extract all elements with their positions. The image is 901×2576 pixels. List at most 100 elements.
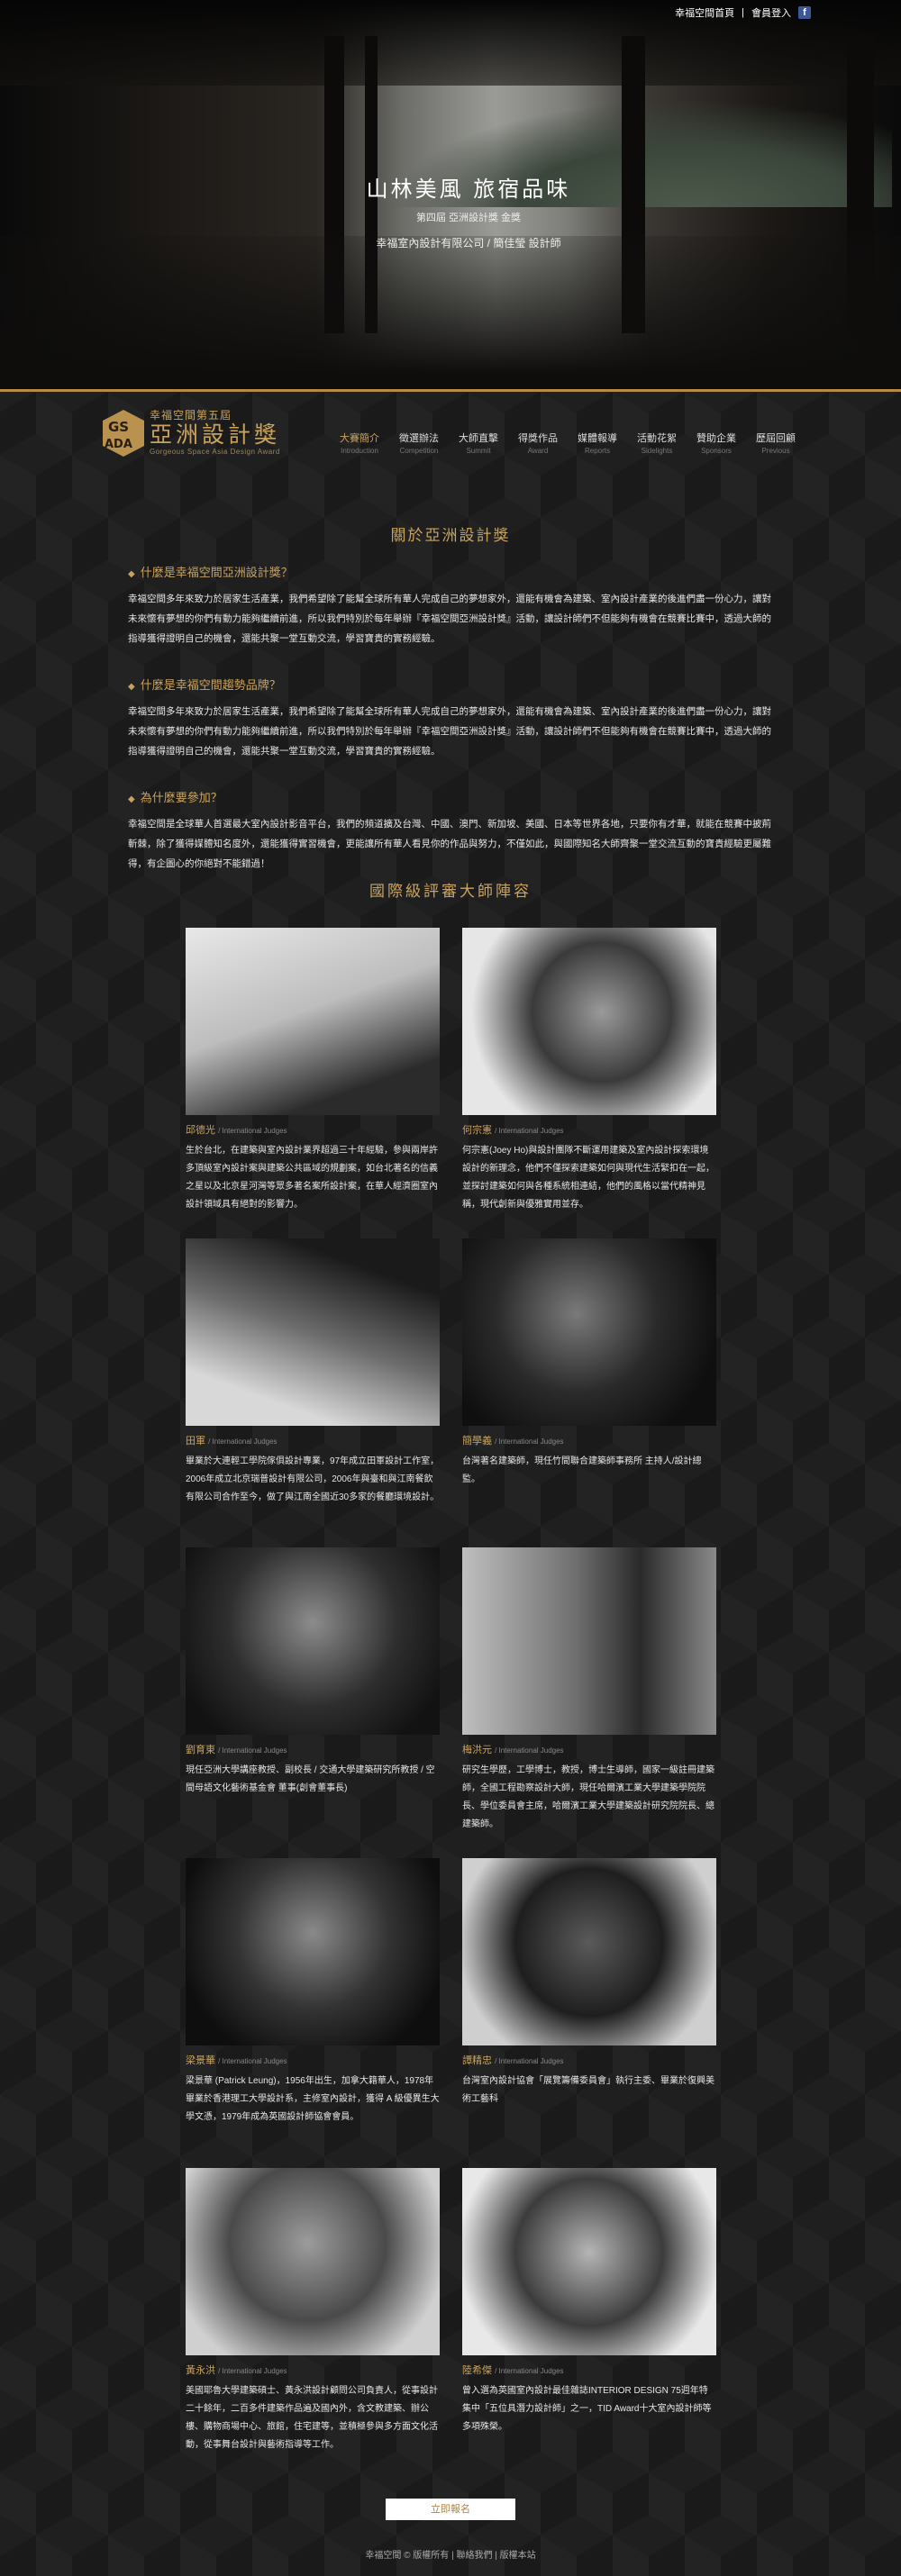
judge-photo[interactable]	[186, 1858, 440, 2045]
contact-link[interactable]: 聯絡我們	[456, 2551, 492, 2561]
judge-description: 梁景華 (Patrick Leung)，1956年出生，加拿大籍華人，1978年…	[186, 2076, 440, 2122]
judge-caption: 邱德光 / International Judges	[186, 1122, 440, 1137]
nav-item-reports[interactable]: 媒體報導 Reports	[568, 431, 627, 455]
question-text: 什麼是幸福空間亞洲設計獎？	[140, 566, 293, 579]
nav-sublabel: Introduction	[341, 447, 378, 455]
diamond-icon: ◆	[128, 569, 135, 579]
facebook-icon[interactable]: f	[798, 6, 811, 19]
nav-item-summit[interactable]: 大師直擊 Summit	[449, 431, 508, 455]
judge-name: 梅洪元	[462, 1745, 492, 1755]
judge-role: / International Judges	[495, 2057, 564, 2065]
judge-name: 簡學義	[462, 1436, 492, 1447]
gsada-logo-mark-icon: GS ADA	[101, 408, 144, 457]
nav-sublabel: Sponsors	[701, 447, 732, 455]
judge-description: 台灣著名建築師，現任竹間聯合建築師事務所 主持人/設計總監。	[462, 1456, 702, 1484]
judge-role: / International Judges	[218, 1127, 287, 1135]
judge-photo[interactable]	[186, 1238, 440, 1426]
judge-card: 簡學義 / International Judges 台灣著名建築師，現任竹間聯…	[462, 1238, 716, 1489]
question-heading: ◆ 什麼是幸福空間亞洲設計獎？	[128, 563, 773, 580]
judge-description: 美國耶魯大學建築碩士、黃永洪設計顧問公司負責人，從事設計二十餘年，二百多件建築作…	[186, 2386, 438, 2450]
nav-item-award[interactable]: 得獎作品 Award	[508, 431, 568, 455]
nav-label: 活動花絮	[637, 433, 677, 444]
footer-copyright: 幸福空間 © 版權所有	[365, 2551, 450, 2561]
nav-label: 徵選辦法	[399, 433, 439, 444]
judge-caption: 黃永洪 / International Judges	[186, 2363, 440, 2377]
hero-credit: 幸福室內設計有限公司 / 簡佳瑩 設計師	[376, 237, 561, 249]
judge-description: 畢業於大連輕工學院傢俱設計專業，97年成立田軍設計工作室，2006年成立北京瑞普…	[186, 1456, 440, 1502]
nav-sublabel: Previous	[761, 447, 790, 455]
svg-text:GS: GS	[108, 419, 129, 435]
judge-role: / International Judges	[495, 2367, 564, 2375]
nav-label: 得獎作品	[518, 433, 558, 444]
about-section: 關於亞洲設計獎 ◆ 什麼是幸福空間亞洲設計獎？ 幸福空間多年來致力於居家生活產業，…	[128, 522, 773, 874]
judge-role: / International Judges	[218, 2367, 287, 2375]
judge-card: 梁景華 / International Judges 梁景華 (Patrick …	[186, 1858, 440, 2127]
footer: 幸福空間 © 版權所有 | 聯絡我們 | 版權本站	[0, 2547, 901, 2561]
separator: |	[742, 7, 744, 18]
judge-caption: 梁景華 / International Judges	[186, 2053, 440, 2067]
nav-item-previous[interactable]: 歷屆回顧 Previous	[746, 431, 805, 455]
main-nav: 大賽簡介 Introduction 徵選辦法 Competition 大師直擊 Sum…	[330, 431, 805, 455]
judge-description: 現任亞洲大學講座教授、副校長 / 交通大學建築研究所教授 / 空間母語文化藝術基…	[186, 1765, 435, 1793]
answer-paragraph: 幸福空間多年來致力於居家生活產業，我們希望除了能幫全球所有華人完成自己的夢想家外…	[128, 594, 771, 644]
judge-caption: 譚精忠 / International Judges	[462, 2053, 716, 2067]
judge-photo[interactable]	[186, 2168, 440, 2355]
judge-description: 曾入選為英國室內設計最佳雜誌INTERIOR DESIGN 75週年特集中「五位…	[462, 2386, 712, 2432]
diamond-icon: ◆	[128, 682, 135, 692]
judge-name: 梁景華	[186, 2055, 215, 2066]
judge-name: 劉育東	[186, 1745, 215, 1755]
nav-item-introduction[interactable]: 大賽簡介 Introduction	[330, 431, 389, 455]
logo-line2: 亞洲設計獎	[150, 422, 281, 448]
judge-photo[interactable]	[186, 1547, 440, 1735]
hero-subtitle: 第四屆 亞洲設計獎 金獎	[415, 213, 522, 223]
hero-banner: 幸福空間首頁 | 會員登入 f 山林美風 旅宿品味 第四屆 亞洲設計獎 金獎 幸…	[0, 0, 901, 389]
judge-caption: 簡學義 / International Judges	[462, 1433, 716, 1447]
judge-photo[interactable]	[186, 928, 440, 1115]
judge-name: 田軍	[186, 1436, 205, 1447]
judge-card: 黃永洪 / International Judges 美國耶魯大學建築碩士、黃永…	[186, 2168, 440, 2454]
login-link[interactable]: 會員登入	[751, 5, 791, 20]
judge-photo[interactable]	[462, 1238, 716, 1426]
judge-role: / International Judges	[495, 1438, 564, 1446]
judge-role: / International Judges	[218, 2057, 287, 2065]
judge-description: 何宗憲(Joey Ho)與設計團隊不斷運用建築及室內設計探索環境設計的新理念，他…	[462, 1146, 714, 1210]
judge-caption: 劉育東 / International Judges	[186, 1742, 440, 1756]
logo-line3: Gorgeous Space Asia Design Award	[150, 448, 280, 456]
judge-description: 研究生學歷，工學博士，教授，博士生導師，國家一級註冊建築師，全國工程勘察設計大師…	[462, 1765, 714, 1829]
logo-text: 幸福空間第五屆 亞洲設計獎 Gorgeous Space Asia Design…	[150, 407, 280, 456]
nav-sublabel: Sidelights	[641, 447, 673, 455]
nav-sublabel: Competition	[399, 447, 439, 455]
judge-photo[interactable]	[462, 928, 716, 1115]
nav-item-sponsors[interactable]: 贊助企業 Sponsors	[687, 431, 746, 455]
judge-role: / International Judges	[495, 1127, 564, 1135]
judge-caption: 陸希傑 / International Judges	[462, 2363, 716, 2377]
copyright-link[interactable]: 版權本站	[500, 2551, 536, 2561]
judge-photo[interactable]	[462, 1858, 716, 2045]
judge-card: 梅洪元 / International Judges 研究生學歷，工學博士，教授…	[462, 1547, 716, 1834]
gsada-logo[interactable]: GS ADA 幸福空間第五屆 亞洲設計獎 Gorgeous Space Asia…	[101, 407, 280, 457]
judge-name: 黃永洪	[186, 2365, 215, 2376]
judge-name: 邱德光	[186, 1125, 215, 1136]
judge-name: 陸希傑	[462, 2365, 492, 2376]
nav-item-competition[interactable]: 徵選辦法 Competition	[389, 431, 449, 455]
separator: |	[495, 2551, 497, 2561]
judges-title: 國際級評審大師陣容	[369, 883, 532, 900]
question-text: 什麼是幸福空間趨勢品牌？	[140, 678, 281, 692]
nav-item-sidelights[interactable]: 活動花絮 Sidelights	[627, 431, 687, 455]
diamond-icon: ◆	[128, 794, 135, 804]
hero-caption: 山林美風 旅宿品味 第四屆 亞洲設計獎 金獎 幸福室內設計有限公司 / 簡佳瑩 …	[342, 171, 595, 250]
home-link[interactable]: 幸福空間首頁	[675, 5, 734, 20]
nav-label: 媒體報導	[578, 433, 617, 444]
judge-card: 何宗憲 / International Judges 何宗憲(Joey Ho)與…	[462, 928, 716, 1214]
judge-caption: 梅洪元 / International Judges	[462, 1742, 716, 1756]
judge-name: 何宗憲	[462, 1125, 492, 1136]
judge-card: 邱德光 / International Judges 生於台北，在建築與室內設計…	[186, 928, 440, 1214]
hero-title: 山林美風 旅宿品味	[366, 177, 571, 202]
judge-photo[interactable]	[462, 1547, 716, 1735]
nav-sublabel: Reports	[584, 447, 610, 455]
top-links: 幸福空間首頁 | 會員登入 f	[675, 5, 811, 20]
register-now-button[interactable]: 立即報名	[386, 2499, 515, 2520]
judge-card: 陸希傑 / International Judges 曾入選為英國室內設計最佳雜…	[462, 2168, 716, 2436]
judge-description: 台灣室內設計協會「展覽籌備委員會」執行主委、畢業於復興美術工藝科	[462, 2076, 714, 2104]
judge-photo[interactable]	[462, 2168, 716, 2355]
